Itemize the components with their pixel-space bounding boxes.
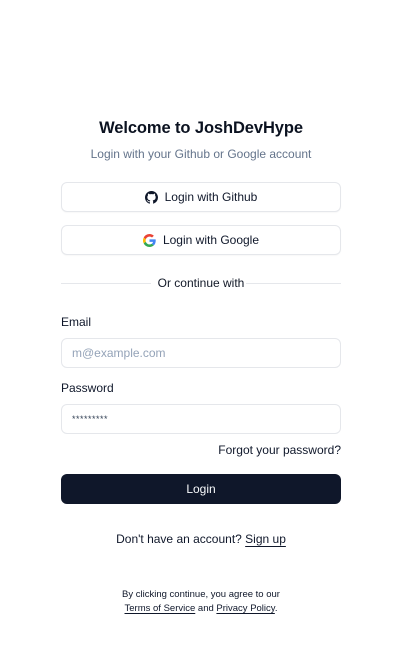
page-title: Welcome to JoshDevHype	[99, 119, 303, 137]
password-label: Password	[61, 381, 114, 395]
login-github-button[interactable]: Login with Github	[61, 182, 341, 212]
password-field[interactable]	[61, 404, 341, 434]
legal-suffix: .	[274, 603, 278, 614]
email-field[interactable]	[61, 338, 341, 368]
signup-prompt: Don't have an account? Sign up	[61, 532, 341, 546]
login-button[interactable]: Login	[61, 474, 341, 504]
legal-notice: By clicking continue, you agree to our T…	[61, 588, 341, 616]
signup-prompt-text: Don't have an account?	[116, 532, 242, 546]
signup-link[interactable]: Sign up	[245, 532, 286, 546]
or-divider: Or continue with	[61, 276, 341, 290]
login-github-label: Login with Github	[164, 190, 258, 204]
legal-prefix: By clicking continue, you agree to our	[122, 589, 280, 600]
privacy-policy-link[interactable]: Privacy Policy	[216, 603, 274, 614]
page-subtitle: Login with your Github or Google account	[90, 147, 312, 161]
google-icon	[142, 233, 156, 247]
divider-line-right	[246, 283, 341, 284]
github-icon	[144, 190, 158, 204]
forgot-password-link[interactable]: Forgot your password?	[218, 443, 341, 457]
email-label: Email	[61, 315, 92, 329]
login-google-button[interactable]: Login with Google	[61, 225, 341, 255]
login-google-label: Login with Google	[162, 233, 260, 247]
legal-and: and	[197, 603, 214, 614]
terms-of-service-link[interactable]: Terms of Service	[125, 603, 196, 614]
